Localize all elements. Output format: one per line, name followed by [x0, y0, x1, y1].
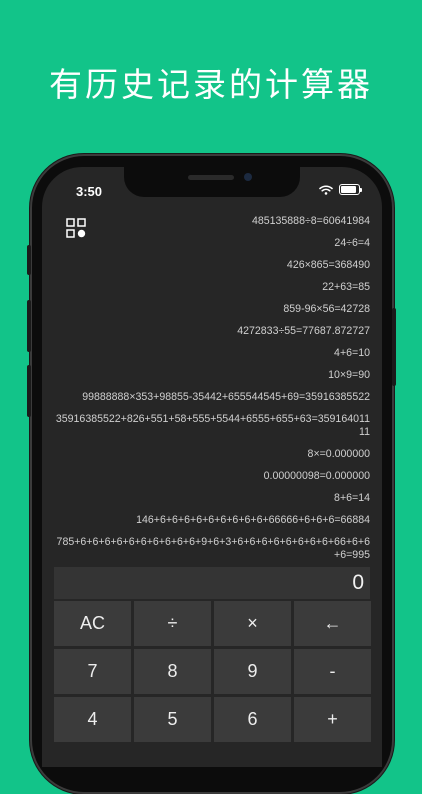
history-entry[interactable]: 99888888×353+98855-35442+655544545+69=35…	[52, 391, 370, 404]
display-value: 0	[352, 571, 364, 594]
backspace-button[interactable]: ←	[294, 601, 371, 646]
digit-9-button[interactable]: 9	[214, 649, 291, 694]
digit-4-button[interactable]: 4	[54, 697, 131, 742]
phone-volume-up	[27, 300, 31, 352]
battery-icon	[339, 184, 362, 195]
speaker	[188, 175, 234, 180]
notch	[124, 167, 300, 197]
phone-power-button	[392, 308, 396, 386]
divide-button[interactable]: ÷	[134, 601, 211, 646]
history-entry[interactable]: 10×9=90	[52, 369, 370, 382]
app-screen: 3:50 485135888÷8=60641984 24÷6=4 426×865=3…	[42, 167, 382, 767]
history-entry[interactable]: 24÷6=4	[52, 237, 370, 250]
wifi-icon	[319, 184, 333, 195]
history-entry[interactable]: 859-96×56=42728	[52, 303, 370, 316]
phone-side-button	[27, 245, 31, 275]
status-icons	[319, 184, 362, 195]
subtract-button[interactable]: -	[294, 649, 371, 694]
status-time: 3:50	[76, 184, 103, 199]
digit-5-button[interactable]: 5	[134, 697, 211, 742]
digit-7-button[interactable]: 7	[54, 649, 131, 694]
history-entry[interactable]: 8+6=14	[52, 492, 370, 505]
history-entry[interactable]: 426×865=368490	[52, 259, 370, 272]
history-list: 485135888÷8=60641984 24÷6=4 426×865=368490…	[52, 215, 370, 593]
history-entry[interactable]: 8×=0.000000	[52, 448, 370, 461]
calculator-display: 0	[54, 567, 370, 599]
history-entry[interactable]: 785+6+6+6+6+6+6+6+6+6+6+9+6+3+6+6+6+6+6+…	[52, 536, 370, 562]
promo-headline: 有历史记录的计算器	[49, 65, 373, 104]
digit-6-button[interactable]: 6	[214, 697, 291, 742]
add-button[interactable]: +	[294, 697, 371, 742]
history-entry[interactable]: 146+6+6+6+6+6+6+6+6+6+66666+6+6+6=66884	[52, 514, 370, 527]
digit-8-button[interactable]: 8	[134, 649, 211, 694]
history-entry[interactable]: 4+6=10	[52, 347, 370, 360]
multiply-button[interactable]: ×	[214, 601, 291, 646]
history-entry[interactable]: 485135888÷8=60641984	[52, 215, 370, 228]
phone-volume-down	[27, 365, 31, 417]
history-entry[interactable]: 0.00000098=0.000000	[52, 470, 370, 483]
history-entry[interactable]: 4272833÷55=77687.872727	[52, 325, 370, 338]
clear-button[interactable]: AC	[54, 601, 131, 646]
camera	[244, 173, 252, 181]
history-entry[interactable]: 35916385522+826+551+58+555+5544+6555+655…	[52, 413, 370, 439]
keypad: AC ÷ × ← 7 8 9- 4 5 6 +	[54, 601, 371, 742]
history-entry[interactable]: 22+63=85	[52, 281, 370, 294]
